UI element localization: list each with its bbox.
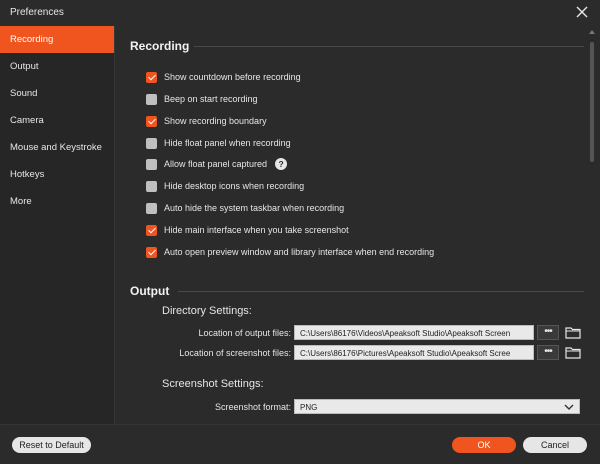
sidebar-item-camera[interactable]: Camera bbox=[0, 107, 114, 134]
help-icon[interactable]: ? bbox=[275, 158, 288, 170]
screenshot-format-select[interactable]: PNG bbox=[294, 399, 580, 414]
screenshot-files-label: Location of screenshot files: bbox=[179, 348, 291, 358]
checkbox-hide-main-interface[interactable] bbox=[146, 224, 157, 236]
window-title: Preferences bbox=[10, 7, 64, 18]
ok-button[interactable]: OK bbox=[452, 437, 516, 453]
folder-icon[interactable] bbox=[565, 346, 581, 359]
reset-to-default-button[interactable]: Reset to Default bbox=[12, 437, 91, 453]
dialog-footer: Reset to Default OK Cancel bbox=[0, 424, 600, 464]
screenshot-format-label: Screenshot format: bbox=[214, 402, 291, 412]
option-label: Allow float panel captured bbox=[164, 159, 268, 169]
option-label: Show recording boundary bbox=[164, 116, 267, 126]
option-hide-main-interface: Hide main interface when you take screen… bbox=[146, 223, 349, 237]
sidebar-item-hotkeys[interactable]: Hotkeys bbox=[0, 161, 114, 188]
checkbox-hide-desktop-icons[interactable] bbox=[146, 180, 157, 192]
option-label: Hide float panel when recording bbox=[164, 138, 291, 148]
sidebar-item-output[interactable]: Output bbox=[0, 53, 114, 80]
option-auto-open-preview: Auto open preview window and library int… bbox=[146, 245, 434, 259]
checkbox-hide-float-panel[interactable] bbox=[146, 137, 157, 149]
checkbox-show-boundary[interactable] bbox=[146, 115, 157, 127]
option-auto-hide-taskbar: Auto hide the system taskbar when record… bbox=[146, 201, 344, 215]
recording-section-title: Recording bbox=[130, 39, 190, 53]
option-show-countdown: Show countdown before recording bbox=[146, 70, 301, 84]
checkbox-allow-float-captured[interactable] bbox=[146, 158, 157, 170]
sidebar: Recording Output Sound Camera Mouse and … bbox=[0, 26, 115, 424]
screenshot-files-path-field[interactable]: C:\Users\86176\Pictures\Apeaksoft Studio… bbox=[294, 345, 534, 360]
output-files-path-field[interactable]: C:\Users\86176\Videos\Apeaksoft Studio\A… bbox=[294, 325, 534, 340]
scrollbar-thumb[interactable] bbox=[590, 42, 594, 162]
checkbox-show-countdown[interactable] bbox=[146, 71, 157, 83]
sidebar-item-recording[interactable]: Recording bbox=[0, 26, 114, 53]
sidebar-item-more[interactable]: More bbox=[0, 188, 114, 215]
sidebar-item-mouse-and-keystroke[interactable]: Mouse and Keystroke bbox=[0, 134, 114, 161]
chevron-down-icon bbox=[564, 404, 574, 410]
option-hide-desktop-icons: Hide desktop icons when recording bbox=[146, 179, 304, 193]
checkbox-beep-on-start[interactable] bbox=[146, 93, 157, 105]
option-label: Hide main interface when you take screen… bbox=[164, 225, 349, 235]
screenshot-settings-heading: Screenshot Settings: bbox=[162, 378, 264, 390]
option-label: Beep on start recording bbox=[164, 94, 258, 104]
screenshot-format-value: PNG bbox=[300, 403, 318, 412]
cancel-button[interactable]: Cancel bbox=[523, 437, 587, 453]
option-label: Hide desktop icons when recording bbox=[164, 181, 305, 191]
output-section-title: Output bbox=[130, 284, 170, 298]
vertical-scrollbar[interactable] bbox=[588, 30, 596, 424]
checkbox-auto-hide-taskbar[interactable] bbox=[146, 202, 157, 214]
checkbox-auto-open-preview[interactable] bbox=[146, 246, 157, 258]
option-hide-float-panel: Hide float panel when recording bbox=[146, 136, 291, 150]
browse-output-button[interactable]: ••• bbox=[537, 325, 559, 340]
directory-settings-heading: Directory Settings: bbox=[162, 305, 252, 317]
close-icon[interactable] bbox=[574, 4, 590, 20]
browse-screenshot-button[interactable]: ••• bbox=[537, 345, 559, 360]
folder-icon[interactable] bbox=[565, 326, 581, 339]
option-allow-float-captured: Allow float panel captured ? bbox=[146, 157, 288, 171]
scroll-up-icon[interactable] bbox=[589, 30, 595, 34]
option-label: Auto hide the system taskbar when record… bbox=[164, 203, 345, 213]
settings-panel: Recording Show countdown before recordin… bbox=[116, 26, 586, 424]
option-label: Auto open preview window and library int… bbox=[164, 247, 435, 257]
output-files-label: Location of output files: bbox=[198, 328, 291, 338]
option-show-boundary: Show recording boundary bbox=[146, 114, 267, 128]
section-divider bbox=[178, 291, 584, 292]
title-bar: Preferences bbox=[0, 0, 600, 26]
section-divider bbox=[194, 46, 584, 47]
sidebar-item-sound[interactable]: Sound bbox=[0, 80, 114, 107]
option-beep-on-start: Beep on start recording bbox=[146, 92, 258, 106]
option-label: Show countdown before recording bbox=[164, 72, 301, 82]
